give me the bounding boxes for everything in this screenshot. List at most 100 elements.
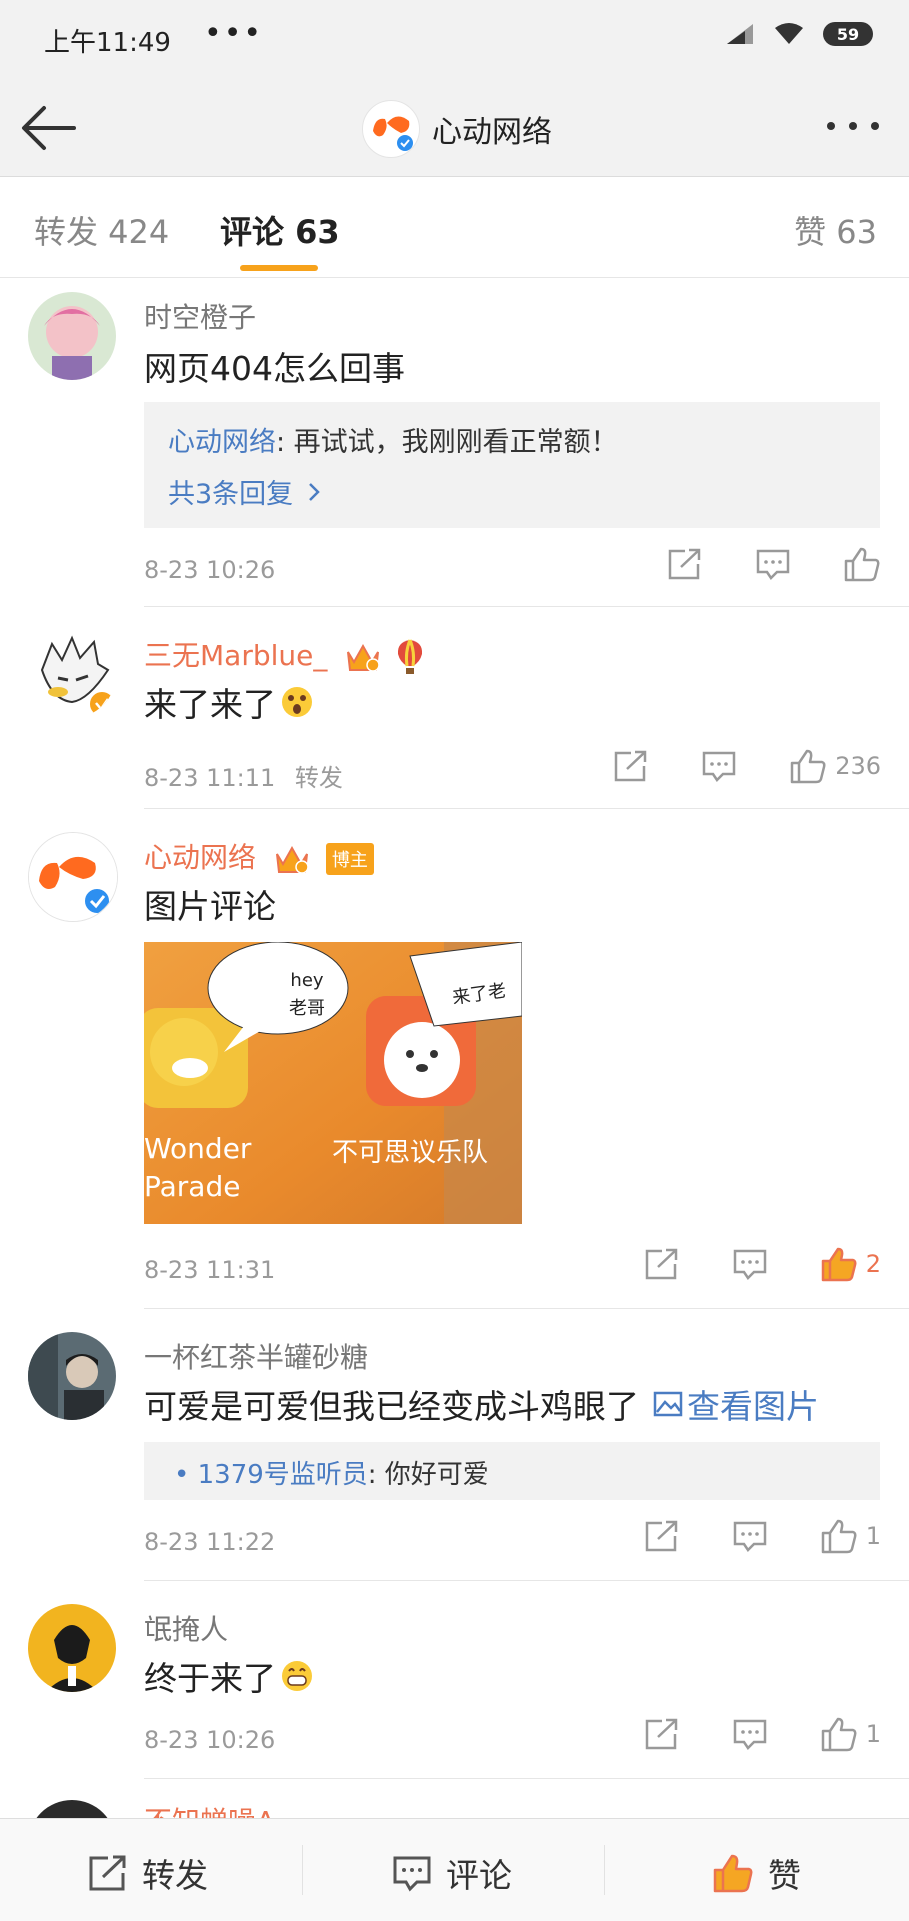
verified-badge-icon [88,690,116,718]
reply-button[interactable] [732,1247,768,1281]
avatar[interactable] [28,832,118,922]
bottom-action-bar: 转发 评论 赞 [0,1818,909,1921]
bottom-repost-button[interactable]: 转发 [88,1849,208,1897]
comment-author[interactable]: 心动网络 博主 [144,836,374,876]
repost-button[interactable] [644,1717,680,1751]
comment-icon [733,1719,766,1750]
share-icon [614,750,647,782]
comment-time-text: 8-23 11:11 [144,764,276,792]
vip-crown-icon [275,845,309,874]
status-time: 上午11:49 [44,28,171,58]
nav-bar: 心动网络 [0,80,909,177]
chevron-right-icon [309,482,320,501]
divider [144,808,909,809]
avatar[interactable] [28,1604,116,1692]
reply-button[interactable] [755,547,791,581]
avatar[interactable] [28,292,116,380]
wifi-icon [773,22,805,46]
comment-image[interactable]: hey 老哥 来了老 Wonder Parade 不可思议乐队 [144,942,522,1224]
comment-text-content: 终于来了 [144,1659,276,1698]
reply-button[interactable] [701,749,737,783]
bottom-comment-label: 评论 [446,1856,512,1895]
repost-button[interactable] [644,1519,680,1553]
comment-author[interactable]: 一杯红茶半罐砂糖 [144,1336,368,1376]
image-text: 不可思议乐队 [332,1138,489,1168]
battery-icon: 59 [823,22,873,46]
comment-icon [733,1249,766,1280]
repost-button[interactable] [613,749,649,783]
like-count: 236 [835,752,881,780]
reply-author[interactable]: 心动网络 [168,427,276,458]
nav-account[interactable]: 心动网络 [362,100,552,158]
reply-bullet: • [174,1460,190,1490]
thumbs-up-icon [821,1519,857,1554]
thumbs-up-icon [844,547,880,582]
avatar[interactable] [28,1332,116,1420]
tab-reposts[interactable]: 转发 424 [34,207,169,253]
like-count: 2 [865,1250,881,1278]
comment-text-content: 可爱是可爱但我已经变成斗鸡眼了 [144,1387,639,1426]
comment-time: 8-23 11:22 [144,1528,276,1556]
reply-author[interactable]: 1379号监听员 [198,1460,368,1490]
tab-comments[interactable]: 评论 63 [220,207,340,253]
blogger-badge: 博主 [325,843,374,875]
grin-emoji-icon [282,1661,312,1691]
comment-author[interactable]: 氓掩人 [144,1608,228,1648]
like-button[interactable]: 2 [820,1246,881,1282]
comment-time: 8-23 11:11 转发 [144,758,343,793]
view-image-link[interactable]: 查看图片 [653,1380,819,1428]
more-button[interactable] [823,110,883,142]
reply-text: : 你好可爱 [367,1460,489,1490]
back-button[interactable] [18,100,82,156]
comment-time: 8-23 10:26 [144,556,276,584]
status-dots: ••• [204,16,264,51]
comment-text: 图片评论 [144,887,276,926]
image-text: 老哥 [289,998,325,1019]
image-text: Wonder [144,1132,252,1165]
tab-active-indicator [240,265,318,271]
reply-button[interactable] [732,1717,768,1751]
repost-button[interactable] [667,547,703,581]
status-bar: 上午11:49 ••• 59 [0,0,909,80]
reply-text: : 再试试，我刚刚看正常额！ [276,427,618,458]
comment-icon [733,1521,766,1552]
back-arrow-icon [22,106,76,150]
reply-count-link[interactable]: 共3条回复 [168,472,293,511]
comment-icon [702,751,736,782]
bottom-like-button[interactable]: 赞 [712,1849,801,1897]
like-button[interactable]: 1 [820,1518,881,1554]
image-text: hey [290,970,324,991]
nav-title: 心动网络 [432,115,552,150]
reply-box[interactable]: 心动网络: 再试试，我刚刚看正常额！ 共3条回复 [144,402,880,528]
tab-bar: 转发 424 评论 63 赞 63 [0,177,909,278]
separator [302,1845,303,1895]
share-icon [89,1855,126,1891]
like-button[interactable] [843,546,881,582]
reply-box[interactable]: • 1379号监听员: 你好可爱 [144,1442,880,1500]
bottom-comment-button[interactable]: 评论 [392,1849,512,1897]
like-button[interactable]: 236 [789,748,881,784]
like-button[interactable]: 1 [820,1716,881,1752]
comment-text: 终于来了 [144,1652,314,1700]
avatar[interactable] [28,630,116,718]
vip-crown-icon [347,643,381,672]
comment-author[interactable]: 三无Marblue_ [144,634,425,676]
comment-text: 来了来了 [144,678,314,726]
divider [144,1308,909,1309]
comment-icon [393,1856,431,1892]
like-count: 1 [865,1720,881,1748]
share-icon [645,1248,677,1280]
comment-author[interactable]: 时空橙子 [144,296,256,336]
separator [604,1845,605,1895]
image-icon [653,1391,683,1417]
divider [144,1580,909,1581]
share-icon [645,1520,677,1552]
reply-button[interactable] [732,1519,768,1553]
bottom-repost-label: 转发 [142,1856,208,1895]
surprised-emoji-icon [282,687,312,717]
tab-likes[interactable]: 赞 63 [794,207,877,253]
brand-logo-icon [362,100,420,158]
repost-button[interactable] [644,1247,680,1281]
comment-text-content: 来了来了 [144,685,276,724]
comment-time: 8-23 10:26 [144,1726,276,1754]
